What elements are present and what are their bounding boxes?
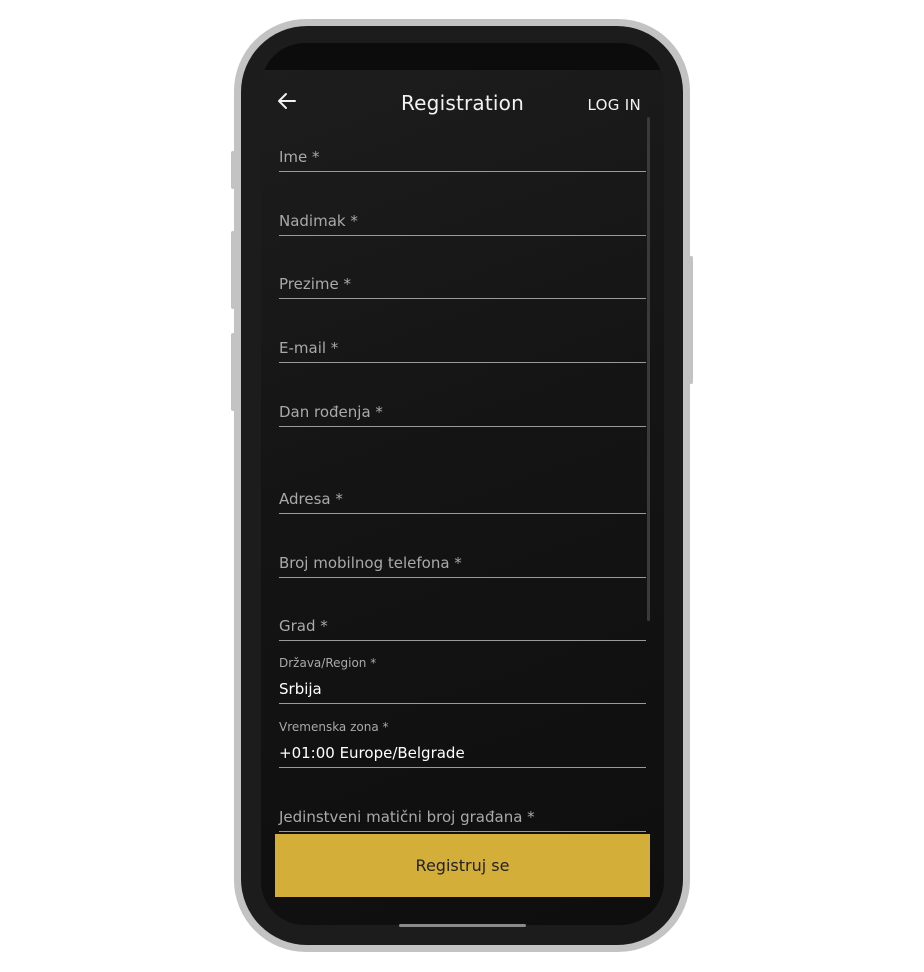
nickname-placeholder: Nadimak * [279, 212, 358, 230]
city-placeholder: Grad * [279, 617, 328, 635]
side-button-power [688, 256, 693, 384]
last-name-placeholder: Prezime * [279, 275, 351, 293]
jmbg-field[interactable]: Jedinstveni matični broj građana * [279, 801, 646, 832]
country-label: Država/Region * [279, 656, 377, 670]
registration-page: Registration LOG IN Ime * Nadimak * Prez… [261, 70, 664, 925]
mobile-phone-field[interactable]: Broj mobilnog telefona * [279, 546, 646, 578]
login-link[interactable]: LOG IN [588, 96, 641, 114]
address-field[interactable]: Adresa * [279, 482, 646, 514]
home-indicator [399, 924, 526, 927]
side-button-volume-down [231, 333, 236, 411]
phone-screen: Registration LOG IN Ime * Nadimak * Prez… [261, 43, 664, 925]
last-name-field[interactable]: Prezime * [279, 267, 646, 299]
scrollbar[interactable] [647, 117, 650, 621]
email-placeholder: E-mail * [279, 339, 339, 357]
email-field[interactable]: E-mail * [279, 331, 646, 363]
timezone-select[interactable]: Vremenska zona * +01:00 Europe/Belgrade [279, 720, 646, 768]
register-button[interactable]: Registruj se [275, 834, 650, 897]
first-name-placeholder: Ime * [279, 148, 320, 166]
first-name-field[interactable]: Ime * [279, 140, 646, 172]
mobile-phone-placeholder: Broj mobilnog telefona * [279, 554, 462, 572]
country-value: Srbija [279, 680, 322, 698]
side-button-mute [231, 151, 236, 189]
city-field[interactable]: Grad * [279, 609, 646, 641]
jmbg-placeholder: Jedinstveni matični broj građana * [279, 808, 535, 826]
timezone-label: Vremenska zona * [279, 720, 389, 734]
address-placeholder: Adresa * [279, 490, 343, 508]
birth-date-placeholder: Dan rođenja * [279, 403, 383, 421]
side-button-volume-up [231, 231, 236, 309]
birth-date-field[interactable]: Dan rođenja * [279, 395, 646, 427]
country-select[interactable]: Država/Region * Srbija [279, 656, 646, 704]
timezone-value: +01:00 Europe/Belgrade [279, 744, 465, 762]
nickname-field[interactable]: Nadimak * [279, 204, 646, 236]
top-app-bar: Registration LOG IN [261, 70, 664, 134]
